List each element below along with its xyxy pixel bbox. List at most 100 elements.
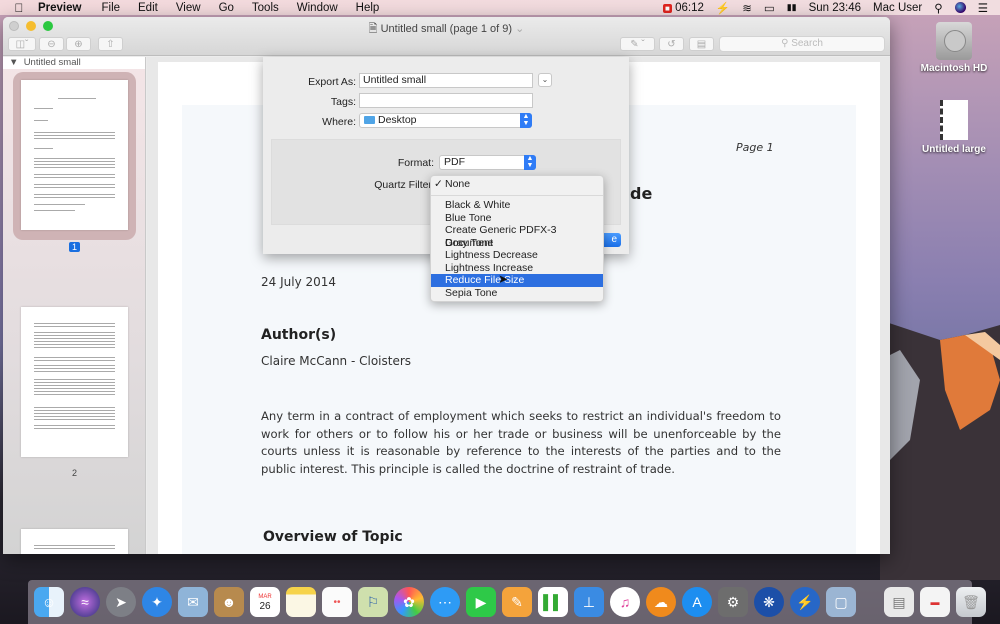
page-thumbnail-1[interactable] bbox=[13, 72, 136, 240]
share-icon: ⇧ bbox=[106, 39, 114, 50]
menu-bar:  Preview File Edit View Go Tools Window… bbox=[0, 0, 1000, 15]
search-field[interactable]: ⚲ Search bbox=[719, 36, 885, 52]
mouse-cursor-icon: ➤ bbox=[498, 272, 508, 286]
dock-fluid[interactable]: ⚡ bbox=[790, 587, 820, 617]
dock-maps[interactable]: ⚐ bbox=[358, 587, 388, 617]
dock-mail[interactable]: ✉ bbox=[178, 587, 208, 617]
dock-documents-stack[interactable]: ▤ bbox=[884, 587, 914, 617]
menu-item-gray-tone[interactable]: Gray Tone bbox=[431, 237, 603, 250]
desktop-icon-macintosh-hd[interactable]: Macintosh HD bbox=[914, 22, 994, 74]
dock-contacts[interactable]: ☻ bbox=[214, 587, 244, 617]
wallpaper-mountain bbox=[880, 320, 1000, 580]
page-thumbnail-2[interactable] bbox=[21, 307, 128, 457]
markup-toolbar-button[interactable]: ▤ bbox=[689, 37, 714, 51]
format-popup[interactable]: PDF ▲▼ bbox=[439, 155, 536, 170]
recording-time: 06:12 bbox=[675, 2, 704, 14]
wifi-icon[interactable]: ≋ bbox=[742, 1, 752, 15]
menu-item-reduce-file-size[interactable]: Reduce File Size bbox=[431, 274, 603, 287]
contacts-book-icon: ☻ bbox=[222, 594, 237, 610]
menu-view[interactable]: View bbox=[176, 2, 201, 14]
dock-ibooks[interactable]: ☁ bbox=[646, 587, 676, 617]
dock-calendar[interactable]: MAR26 bbox=[250, 587, 280, 617]
documents-stack-icon: ▤ bbox=[892, 594, 905, 611]
sidebar-document-header[interactable]: ▼ Untitled small bbox=[3, 57, 145, 69]
spotlight-icon[interactable]: ⚲ bbox=[934, 1, 942, 15]
dock-notes[interactable] bbox=[286, 587, 316, 617]
dock-siri[interactable]: ≈ bbox=[70, 587, 100, 617]
menu-help[interactable]: Help bbox=[356, 2, 380, 14]
preview-photos-icon: ▢ bbox=[834, 594, 847, 611]
search-placeholder: Search bbox=[791, 38, 823, 49]
dock-system-preferences[interactable]: ⚙ bbox=[718, 587, 748, 617]
menu-item-black-white[interactable]: Black & White bbox=[431, 199, 603, 212]
map-icon: ⚐ bbox=[367, 594, 380, 611]
apple-menu-icon[interactable]:  bbox=[0, 1, 38, 15]
menu-item-none[interactable]: ✓None bbox=[431, 178, 603, 191]
menu-app-name[interactable]: Preview bbox=[38, 2, 81, 14]
menu-item-blue-tone[interactable]: Blue Tone bbox=[431, 212, 603, 225]
airplay-icon[interactable]: ▭ bbox=[764, 1, 775, 15]
expand-browser-button[interactable]: ⌄ bbox=[538, 73, 552, 87]
dock-reminders[interactable]: •• bbox=[322, 587, 352, 617]
author-heading: Author(s) bbox=[261, 327, 336, 343]
menu-item-sepia-tone[interactable]: Sepia Tone bbox=[431, 287, 603, 300]
hard-drive-icon bbox=[936, 22, 972, 60]
tags-label: Tags: bbox=[266, 96, 356, 108]
battery-icon[interactable]: ▮▮ bbox=[787, 2, 797, 13]
search-icon: ⚲ bbox=[781, 38, 788, 49]
menu-item-lightness-decrease[interactable]: Lightness Decrease bbox=[431, 249, 603, 262]
page-header-label: Page 1 bbox=[736, 141, 774, 154]
desktop-icon-untitled-large[interactable]: Untitled large bbox=[914, 100, 994, 155]
folder-icon bbox=[364, 116, 375, 124]
menu-go[interactable]: Go bbox=[219, 2, 234, 14]
dock-photos[interactable]: ✿ bbox=[394, 587, 424, 617]
where-popup[interactable]: Desktop ▲▼ bbox=[359, 113, 532, 128]
dock-finder[interactable]: ☺ bbox=[34, 587, 64, 617]
share-button[interactable]: ⇧ bbox=[98, 37, 123, 51]
dock-messages[interactable]: ⋯ bbox=[430, 587, 460, 617]
dock-safari[interactable]: ✦ bbox=[142, 587, 172, 617]
zoom-in-button[interactable]: ⊕ bbox=[66, 37, 91, 51]
dock-preview[interactable]: ▢ bbox=[826, 587, 856, 617]
document-proxy-icon: 🗎 bbox=[369, 23, 378, 35]
tags-field[interactable] bbox=[359, 93, 533, 108]
sidebar-view-button[interactable]: ◫ˇ bbox=[8, 37, 36, 51]
menu-item-generic-pdfx3[interactable]: Create Generic PDFX-3 Document bbox=[431, 224, 603, 237]
menu-tools[interactable]: Tools bbox=[252, 2, 279, 14]
siri-icon[interactable] bbox=[955, 2, 966, 13]
menu-item-lightness-increase[interactable]: Lightness Increase bbox=[431, 262, 603, 275]
dock-trash[interactable]: 🗑 bbox=[956, 587, 986, 617]
quartz-filter-menu: ✓None Black & White Blue Tone Create Gen… bbox=[430, 175, 604, 302]
where-value: Desktop bbox=[378, 114, 417, 126]
dock-app-store[interactable]: A bbox=[682, 587, 712, 617]
dock-keynote[interactable]: ⊥ bbox=[574, 587, 604, 617]
screen-recording-status[interactable]: ■ 06:12 bbox=[663, 2, 704, 14]
author-name: Claire McCann - Cloisters bbox=[261, 354, 411, 368]
dock-network-radar[interactable]: ❋ bbox=[754, 587, 784, 617]
rotate-button[interactable]: ↺ bbox=[659, 37, 684, 51]
podium-icon: ⊥ bbox=[583, 594, 595, 611]
network-icon: ❋ bbox=[763, 594, 775, 611]
finder-icon: ☺ bbox=[42, 594, 56, 610]
clock[interactable]: Sun 23:46 bbox=[809, 2, 861, 14]
menu-file[interactable]: File bbox=[101, 2, 120, 14]
popup-arrows-icon: ▲▼ bbox=[524, 155, 536, 170]
menu-edit[interactable]: Edit bbox=[138, 2, 158, 14]
notification-center-icon[interactable]: ☰ bbox=[978, 1, 988, 15]
dock-launchpad[interactable]: ➤ bbox=[106, 587, 136, 617]
dock-itunes[interactable]: ♫ bbox=[610, 587, 640, 617]
dock-facetime[interactable]: ▶ bbox=[466, 587, 496, 617]
dock-pages[interactable]: ✎ bbox=[502, 587, 532, 617]
menu-window[interactable]: Window bbox=[297, 2, 338, 14]
power-icon[interactable]: ⚡ bbox=[716, 1, 730, 15]
dock-numbers[interactable]: ▌▌ bbox=[538, 587, 568, 617]
dock-downloads-stack[interactable]: ▬ bbox=[920, 587, 950, 617]
trash-icon: 🗑 bbox=[962, 594, 980, 611]
markup-button[interactable]: ✎ ˇ bbox=[620, 37, 655, 51]
export-as-field[interactable]: Untitled small bbox=[359, 73, 533, 88]
user-menu[interactable]: Mac User bbox=[873, 2, 922, 14]
zoom-out-button[interactable]: ⊖ bbox=[39, 37, 64, 51]
page-thumbnail-3[interactable] bbox=[21, 529, 128, 554]
document-title: de bbox=[630, 184, 652, 203]
bar-chart-icon: ▌▌ bbox=[543, 594, 563, 610]
